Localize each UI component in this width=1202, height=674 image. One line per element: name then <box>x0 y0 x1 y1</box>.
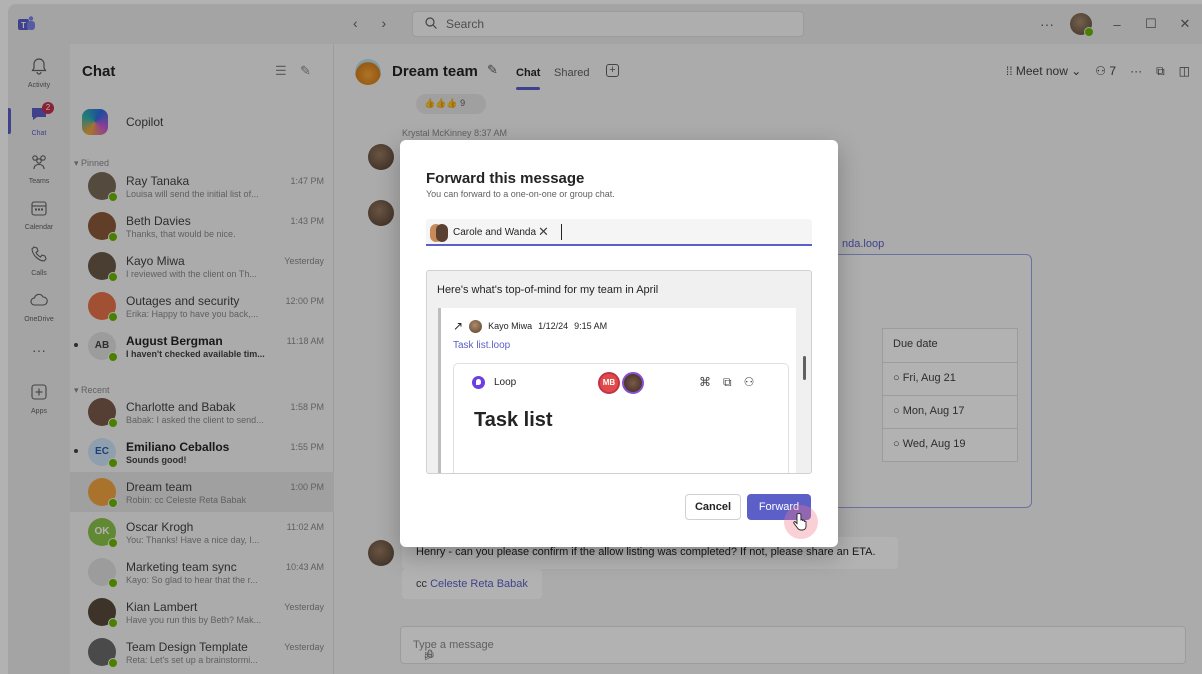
copy-icon[interactable]: ⧉ <box>723 375 744 389</box>
preview-text: Here's what's top-of-mind for my team in… <box>437 284 659 296</box>
apps-grid-icon[interactable]: ⌘ <box>699 375 723 389</box>
loop-title: Task list <box>474 409 553 431</box>
text-caret <box>561 224 562 240</box>
dialog-title: Forward this message <box>426 170 585 187</box>
original-date: 1/12/24 <box>538 321 569 331</box>
forwarded-meta: ↗ Kayo Miwa 1/12/24 9:15 AM <box>453 319 607 333</box>
forward-arrow-icon: ↗ <box>453 319 464 333</box>
sender-avatar <box>469 319 483 333</box>
dialog-subtitle: You can forward to a one-on-one or group… <box>426 189 615 199</box>
forward-message-dialog: Forward this message You can forward to … <box>400 140 838 547</box>
original-time: 9:15 AM <box>574 321 608 331</box>
loop-app-name: Loop <box>494 377 517 388</box>
attachment-link[interactable]: Task list.loop <box>453 340 510 351</box>
recipient-input[interactable]: Carole and Wanda ✕ <box>426 219 812 246</box>
original-sender: Kayo Miwa <box>488 321 533 331</box>
remove-recipient-icon[interactable]: ✕ <box>538 224 549 240</box>
collaborator-avatar: MB <box>598 372 620 394</box>
forwarded-message-card: ↗ Kayo Miwa 1/12/24 9:15 AM Task list.lo… <box>438 308 796 473</box>
loop-logo-icon <box>472 376 485 389</box>
recipient-chip-label: Carole and Wanda <box>453 227 537 238</box>
preview-scrollbar[interactable] <box>803 356 806 380</box>
share-people-icon[interactable]: ⚇ <box>744 375 767 389</box>
recipient-avatar <box>430 224 448 242</box>
loop-preview-card: Loop MB ⌘⧉⚇ Task list <box>453 363 789 473</box>
loop-actions: ⌘⧉⚇ <box>699 375 766 390</box>
collaborator-avatar <box>622 372 644 394</box>
message-preview: Here's what's top-of-mind for my team in… <box>426 270 812 474</box>
cancel-button[interactable]: Cancel <box>685 494 741 520</box>
hand-cursor-icon <box>793 513 807 531</box>
